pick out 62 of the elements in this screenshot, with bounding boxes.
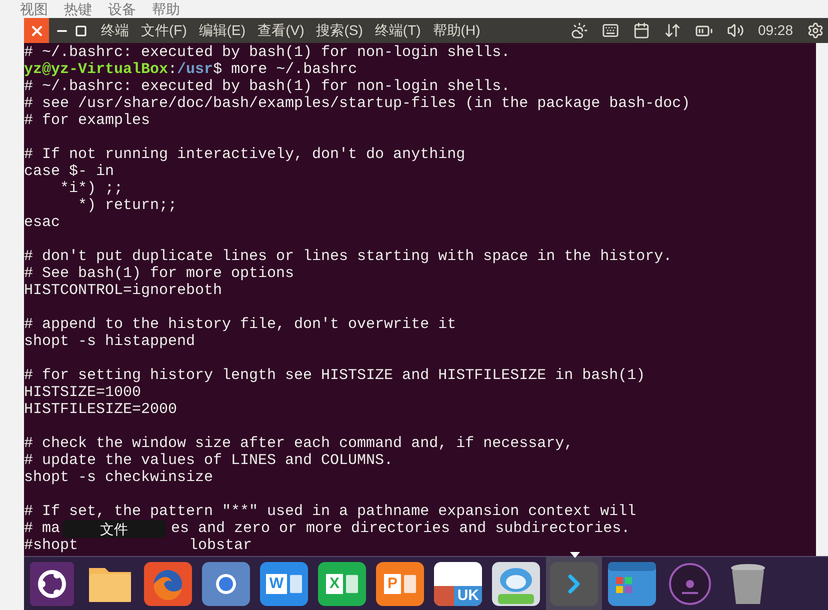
settings-icon[interactable] [807, 22, 824, 39]
firefox-icon[interactable] [144, 562, 192, 606]
menu-item[interactable]: 搜索(S) [316, 20, 363, 41]
terminal-text: HISTCONTROL=ignoreboth [24, 282, 222, 299]
terminal-text: # for examples [24, 112, 150, 129]
host-menu-item[interactable]: 视图 [20, 2, 48, 16]
store-bag-icon[interactable]: UK [434, 562, 482, 606]
terminal-text: # If not running interactively, don't do anything [24, 146, 466, 163]
terminal-text: case $- in [24, 163, 114, 180]
keyboard-icon[interactable] [602, 22, 619, 39]
office-app-icon[interactable]: X [318, 562, 366, 606]
host-menu-item[interactable]: 热键 [64, 2, 92, 16]
terminal-app-icon[interactable] [550, 562, 598, 606]
clock-time[interactable]: 09:28 [758, 20, 793, 41]
terminal-text: HISTSIZE=1000 [24, 384, 142, 401]
host-menu-item[interactable]: 帮助 [152, 2, 180, 16]
menu-item[interactable]: 文件(F) [141, 20, 187, 41]
terminal-text: # update the values of LINES and COLUMNS. [24, 452, 394, 469]
maximize-icon[interactable] [75, 24, 87, 36]
terminal-text: shopt -s histappend [24, 333, 196, 350]
terminal-text: /usr [177, 61, 214, 78]
terminal-text: # for setting history length see HISTSIZE and HISTFILESIZE in bash(1) [24, 367, 646, 384]
menu-item[interactable]: 查看(V) [258, 20, 304, 41]
terminal-text: es and zero or more directories and subdirectories. [171, 520, 630, 537]
office-app-icon[interactable]: P [376, 562, 424, 606]
terminal-text: # ~/.bashrc: executed by bash(1) for non-login shells. [24, 78, 510, 95]
terminal-text: shopt -s checkwinsize [24, 469, 214, 486]
volume-icon[interactable] [726, 22, 744, 39]
terminal-text: $ more ~/.bashrc [213, 61, 358, 78]
robot-icon[interactable] [492, 562, 540, 606]
close-button[interactable] [24, 18, 49, 43]
weather-icon[interactable] [570, 22, 588, 39]
app-title: 终端 [101, 21, 129, 40]
network-icon[interactable] [664, 22, 681, 39]
host-menu-item[interactable]: 设备 [108, 2, 136, 16]
terminal-text: # If set, the pattern "**" used in a pathname expansion context will [24, 503, 636, 520]
terminal-text: lobstar [189, 537, 252, 554]
tooltip: 文件 [62, 520, 166, 538]
menu-item[interactable]: 帮助(H) [432, 20, 480, 41]
terminal-text: # check the window size after each command and, if necessary, [24, 435, 574, 452]
terminal-text: : [168, 61, 178, 78]
terminal-text: yz@yz-VirtualBox [24, 61, 168, 78]
terminal-text: HISTFILESIZE=2000 [24, 401, 178, 418]
calendar-icon[interactable] [632, 22, 650, 39]
office-app-icon[interactable]: W [260, 562, 308, 606]
terminal-text: # don't put duplicate lines or lines starting with space in the history. [24, 248, 672, 265]
terminal-text: # ma [24, 520, 60, 537]
terminal-text: #shopt [24, 537, 78, 554]
browser-icon[interactable] [202, 562, 250, 606]
terminal-text: # see /usr/share/doc/bash/examples/startup-files (in the package bash-doc) [24, 95, 690, 112]
terminal-text: # ~/.bashrc: executed by bash(1) for non-login shells. [24, 44, 510, 61]
terminal-text: *i*) ;; [59, 180, 124, 197]
terminal-text: # append to the history file, don't overwrite it [24, 316, 456, 333]
disc-icon[interactable] [666, 562, 714, 606]
ubuntu-logo-icon[interactable] [30, 562, 74, 606]
terminal-text: esac [24, 214, 60, 231]
menu-item[interactable]: 编辑(E) [198, 20, 246, 41]
trash-icon[interactable] [728, 562, 768, 606]
app-grid-icon[interactable] [608, 562, 656, 606]
terminal-text: *) return;; [77, 197, 178, 214]
terminal-text: # See bash(1) for more options [24, 265, 294, 282]
menu-item[interactable]: 终端(T) [374, 20, 421, 41]
